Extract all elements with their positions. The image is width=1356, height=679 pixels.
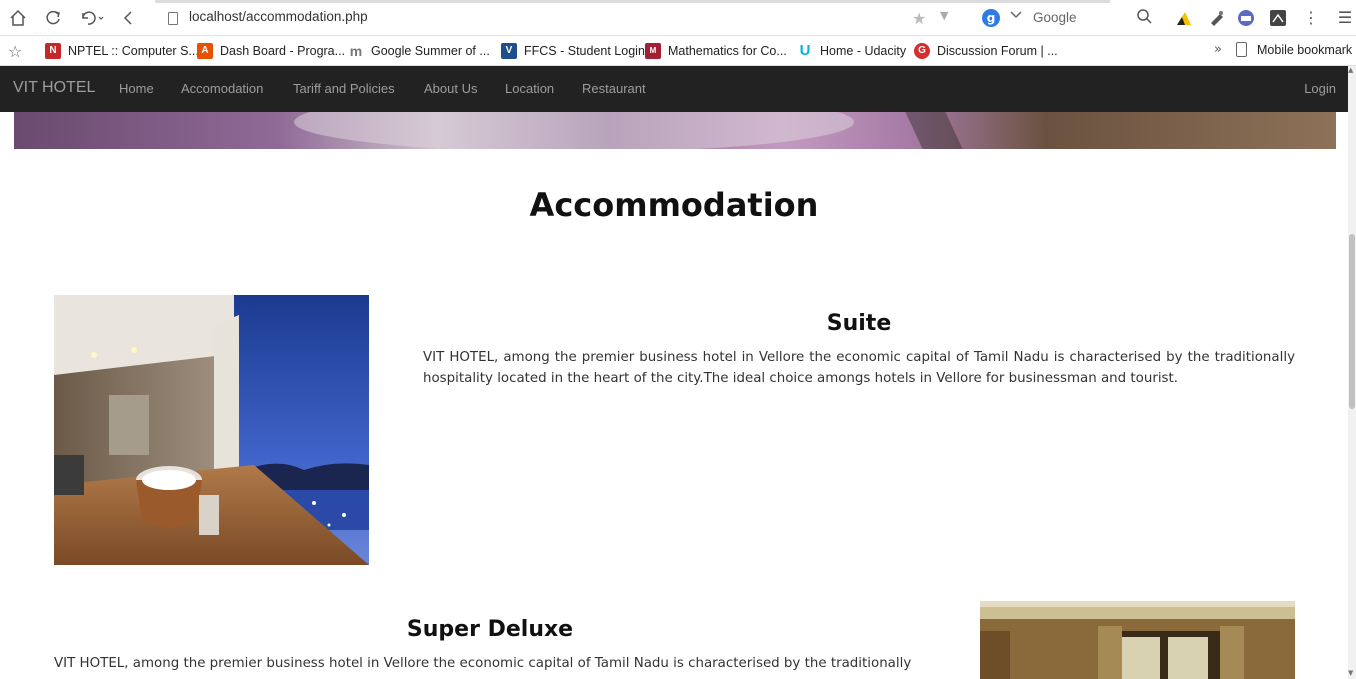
hero-image [14, 112, 1336, 149]
bookmark-label: FFCS - Student Login [524, 44, 645, 58]
bookmark-label: Dash Board - Progra... [220, 44, 346, 58]
extension-icon[interactable] [1269, 9, 1287, 27]
chevron-down-icon[interactable]: ▼ [940, 9, 948, 22]
bookmark-item[interactable]: M Mathematics for Co... [645, 42, 787, 60]
super-deluxe-image [980, 601, 1295, 679]
bookmark-item[interactable]: N NPTEL :: Computer S... [45, 42, 199, 60]
room-description-super-deluxe: VIT HOTEL, among the premier business ho… [54, 656, 912, 671]
mit-ocw-icon: M [645, 43, 661, 59]
extension-icon[interactable] [1175, 9, 1193, 27]
bookmark-star-icon[interactable]: ☆ [8, 42, 22, 61]
extension-icon[interactable] [1237, 9, 1255, 27]
nav-location[interactable]: Location [505, 81, 554, 96]
reload-icon[interactable] [44, 9, 62, 27]
nptel-icon: N [45, 43, 61, 59]
extension-icon[interactable] [1208, 9, 1226, 27]
scroll-down-icon[interactable]: ▼ [1348, 669, 1353, 677]
search-icon[interactable] [1136, 8, 1152, 28]
nav-about-us[interactable]: About Us [424, 81, 477, 96]
bookmark-item[interactable]: U Home - Udacity [797, 42, 907, 60]
hamburger-menu-icon[interactable]: ☰ [1336, 9, 1354, 27]
url-text[interactable]: localhost/accommodation.php [189, 9, 368, 24]
search-engine-icon[interactable]: g [982, 9, 1000, 27]
vit-icon: V [501, 43, 517, 59]
brand-logo[interactable]: VIT HOTEL [13, 79, 95, 97]
scroll-up-icon[interactable]: ▲ [1348, 66, 1353, 74]
bookmark-label: Discussion Forum | ... [937, 44, 1058, 58]
page-scrollbar[interactable]: ▲ ▼ [1348, 66, 1356, 679]
room-title-suite: Suite [826, 311, 892, 336]
phone-icon [1236, 42, 1247, 57]
forum-icon: G [914, 43, 930, 59]
login-link[interactable]: Login [1304, 81, 1336, 96]
back-icon[interactable] [119, 9, 137, 27]
nav-home[interactable]: Home [119, 81, 154, 96]
search-box[interactable]: g Google [978, 4, 1160, 32]
nav-tariff-and-policies[interactable]: Tariff and Policies [293, 81, 395, 96]
menu-dots-icon[interactable]: ⋮ [1302, 9, 1320, 27]
browser-toolbar: localhost/accommodation.php ★ ▼ g Google… [0, 0, 1356, 36]
page-icon [168, 12, 178, 25]
gsoc-icon: m [349, 43, 363, 59]
dashboard-icon: A [197, 43, 213, 59]
bookmark-item[interactable]: V FFCS - Student Login [501, 42, 645, 60]
undo-icon[interactable] [78, 9, 106, 27]
bookmark-item[interactable]: m Google Summer of ... [348, 42, 490, 60]
chevron-down-icon[interactable] [1010, 10, 1022, 23]
bookmark-label: Home - Udacity [820, 44, 907, 58]
page-title: Accommodation [529, 186, 819, 224]
address-bar[interactable]: localhost/accommodation.php ★ ▼ [156, 4, 962, 32]
room-title-super-deluxe: Super Deluxe [406, 617, 574, 642]
room-description-suite: VIT HOTEL, among the premier business ho… [423, 350, 1295, 386]
search-input[interactable]: Google [1033, 10, 1077, 25]
bookmark-star-icon[interactable]: ★ [912, 9, 926, 28]
udacity-icon: U [799, 42, 811, 59]
home-icon[interactable] [9, 9, 27, 27]
nav-accomodation[interactable]: Accomodation [181, 81, 263, 96]
suite-image [54, 295, 369, 565]
site-navbar: VIT HOTEL Home Accomodation Tariff and P… [0, 66, 1348, 112]
loading-bar [155, 0, 1110, 3]
mobile-bookmarks-label: Mobile bookmark [1257, 42, 1353, 57]
nav-restaurant[interactable]: Restaurant [582, 81, 646, 96]
mobile-bookmarks[interactable]: Mobile bookmark [1236, 42, 1352, 57]
scrollbar-thumb[interactable] [1349, 234, 1355, 409]
bookmark-item[interactable]: G Discussion Forum | ... [914, 42, 1058, 60]
bookmark-label: Mathematics for Co... [668, 44, 787, 58]
bookmarks-bar: ☆ N NPTEL :: Computer S... A Dash Board … [0, 36, 1356, 66]
more-bookmarks-icon[interactable]: » [1214, 42, 1222, 57]
bookmark-item[interactable]: A Dash Board - Progra... [197, 42, 345, 60]
bookmark-label: NPTEL :: Computer S... [68, 44, 199, 58]
bookmark-label: Google Summer of ... [371, 44, 490, 58]
